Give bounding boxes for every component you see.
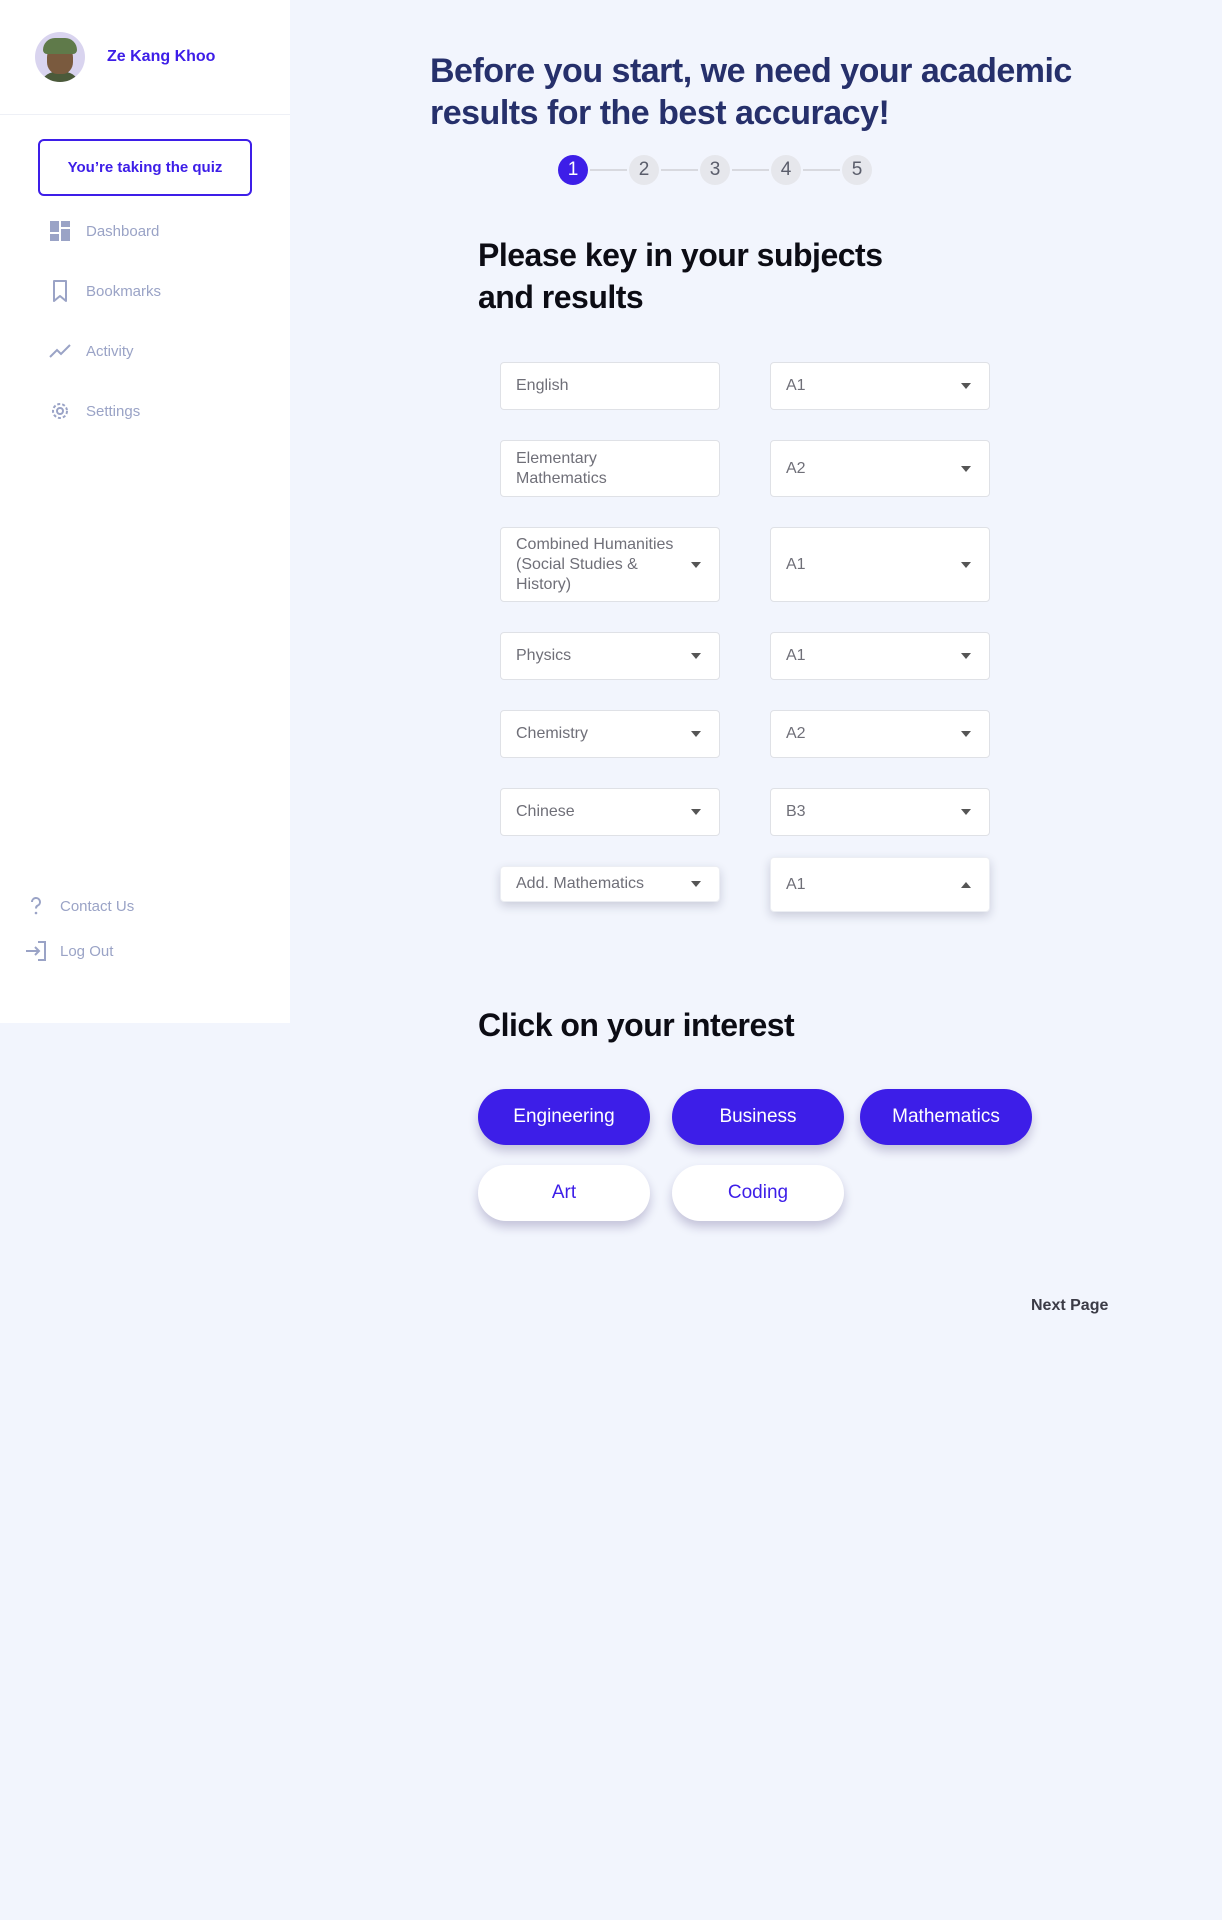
- grade-value: A1: [786, 647, 806, 664]
- caret-down-icon: [691, 561, 701, 568]
- grade-select[interactable]: A1: [770, 857, 990, 912]
- subject-value: Combined Humanities (Social Studies & Hi…: [516, 535, 674, 593]
- help-icon: [31, 897, 41, 915]
- subject-value: Add. Mathematics: [516, 875, 645, 892]
- sidebar-item-dashboard[interactable]: Dashboard: [48, 219, 161, 243]
- next-page-button[interactable]: Next Page: [1031, 1297, 1108, 1315]
- subject-select[interactable]: Chinese: [500, 788, 720, 836]
- subject-value: Chinese: [516, 803, 575, 820]
- sidebar-item-label: Dashboard: [86, 222, 160, 240]
- sidebar-item-label: Activity: [86, 342, 134, 360]
- step-connector: [732, 169, 769, 171]
- caret-down-icon: [691, 881, 701, 887]
- grade-value: B3: [786, 803, 806, 820]
- trending-icon: [49, 344, 71, 358]
- dashboard-icon: [50, 221, 70, 241]
- interest-chip-business[interactable]: Business: [672, 1089, 844, 1145]
- step-connector: [590, 169, 627, 171]
- caret-down-icon: [961, 653, 971, 659]
- subject-input[interactable]: Elementary Mathematics: [500, 440, 720, 497]
- grade-select[interactable]: A1: [770, 632, 990, 680]
- sidebar-item-contact-us[interactable]: Contact Us: [24, 894, 134, 918]
- caret-down-icon: [961, 465, 971, 472]
- quiz-status-button[interactable]: You’re taking the quiz: [38, 139, 252, 196]
- step-2[interactable]: 2: [629, 155, 659, 185]
- caret-down-icon: [961, 809, 971, 815]
- grade-value: A2: [786, 459, 806, 477]
- subject-value: English: [516, 377, 569, 394]
- grade-select[interactable]: A1: [770, 527, 990, 602]
- user-name[interactable]: Ze Kang Khoo: [107, 48, 215, 66]
- sidebar: Ze Kang Khoo You’re taking the quiz Dash…: [0, 0, 290, 1023]
- grade-value: A1: [786, 555, 806, 573]
- subject-value: Elementary Mathematics: [516, 449, 607, 487]
- profile-header: Ze Kang Khoo: [0, 0, 290, 115]
- subject-select[interactable]: Chemistry: [500, 710, 720, 758]
- caret-down-icon: [691, 653, 701, 659]
- subject-input[interactable]: English: [500, 362, 720, 410]
- avatar[interactable]: [35, 32, 85, 82]
- sidebar-item-bookmarks[interactable]: Bookmarks: [48, 279, 161, 303]
- grade-value: A2: [786, 725, 806, 742]
- logout-icon: [26, 941, 46, 961]
- step-3[interactable]: 3: [700, 155, 730, 185]
- step-5[interactable]: 5: [842, 155, 872, 185]
- caret-down-icon: [961, 383, 971, 389]
- sidebar-item-log-out[interactable]: Log Out: [24, 939, 134, 963]
- step-connector: [803, 169, 840, 171]
- caret-down-icon: [691, 731, 701, 737]
- interest-chip-art[interactable]: Art: [478, 1165, 650, 1221]
- sidebar-bottom-nav: Contact Us Log Out: [24, 894, 134, 984]
- interest-title: Click on your interest: [478, 1007, 795, 1043]
- sidebar-item-label: Bookmarks: [86, 282, 162, 300]
- subjects-title: Please key in your subjects and results: [478, 237, 883, 315]
- sidebar-item-activity[interactable]: Activity: [48, 339, 161, 363]
- page-title: Before you start, we need your academic …: [430, 52, 1072, 132]
- interest-chip-coding[interactable]: Coding: [672, 1165, 844, 1221]
- subject-select[interactable]: Add. Mathematics: [500, 866, 720, 902]
- step-connector: [661, 169, 698, 171]
- sidebar-item-label: Log Out: [60, 942, 114, 960]
- grade-select[interactable]: A1: [770, 362, 990, 410]
- caret-down-icon: [961, 731, 971, 737]
- gear-icon: [52, 403, 68, 419]
- step-1[interactable]: 1: [558, 155, 588, 185]
- sidebar-item-label: Settings: [86, 402, 141, 420]
- interest-chip-engineering[interactable]: Engineering: [478, 1089, 650, 1145]
- step-4[interactable]: 4: [771, 155, 801, 185]
- caret-down-icon: [691, 809, 701, 815]
- grade-select[interactable]: B3: [770, 788, 990, 836]
- progress-stepper: 1 2 3 4 5: [558, 155, 872, 185]
- subject-value: Physics: [516, 647, 572, 664]
- sidebar-item-settings[interactable]: Settings: [48, 399, 161, 423]
- interest-chip-mathematics[interactable]: Mathematics: [860, 1089, 1032, 1145]
- subject-select[interactable]: Combined Humanities (Social Studies & Hi…: [500, 527, 720, 602]
- grade-select[interactable]: A2: [770, 440, 990, 497]
- bookmark-icon: [53, 280, 67, 302]
- grade-select[interactable]: A2: [770, 710, 990, 758]
- caret-down-icon: [961, 561, 971, 568]
- sidebar-nav: Dashboard Bookmarks Activity Settings: [48, 219, 161, 459]
- caret-up-icon: [961, 881, 971, 888]
- grade-value: A1: [786, 875, 806, 893]
- subject-select[interactable]: Physics: [500, 632, 720, 680]
- subject-value: Chemistry: [516, 725, 589, 742]
- sidebar-item-label: Contact Us: [60, 897, 135, 915]
- grade-value: A1: [786, 377, 806, 394]
